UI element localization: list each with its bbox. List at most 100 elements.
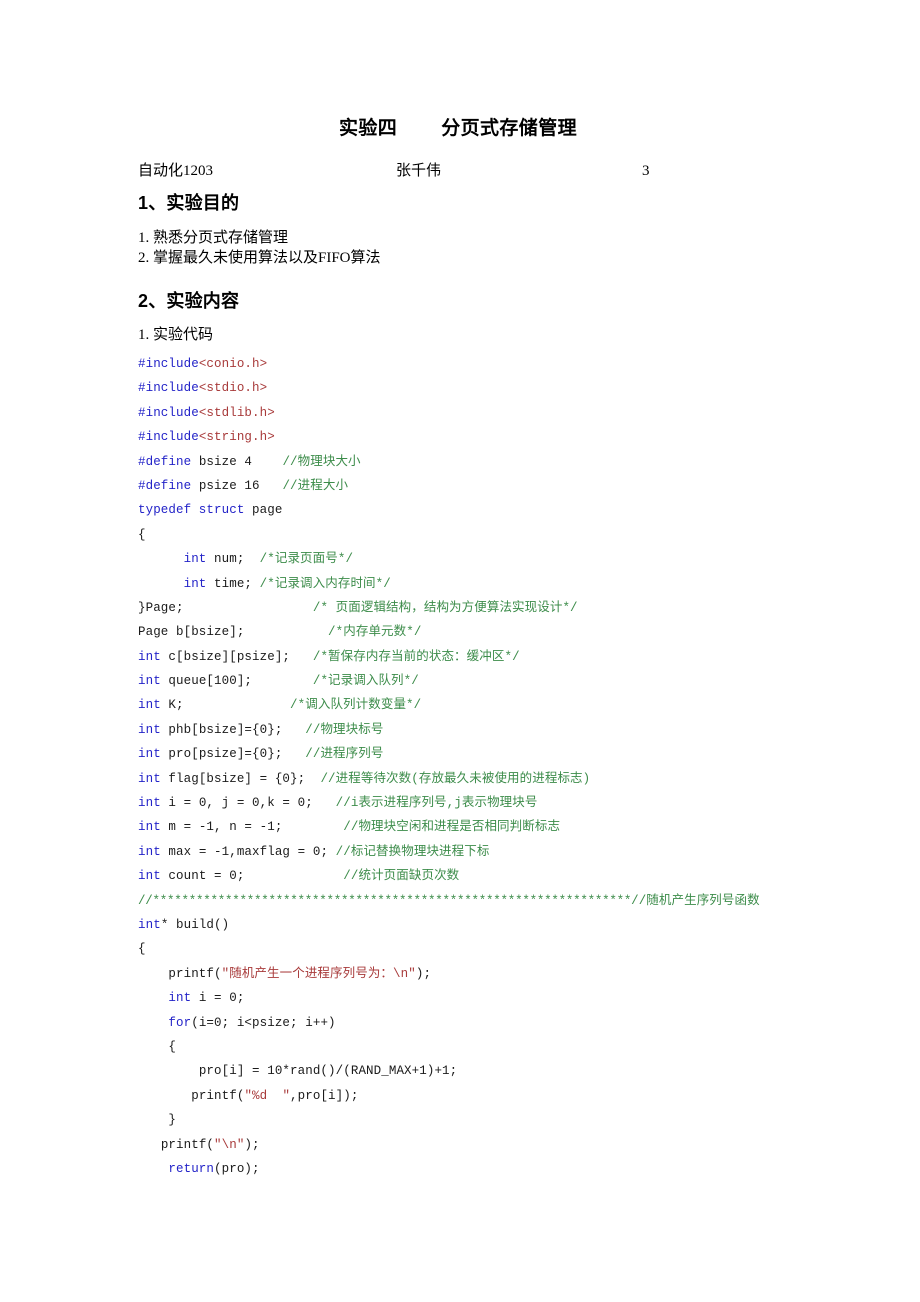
- code-token-indent: [138, 991, 168, 1005]
- title-part-1: 实验四: [338, 118, 398, 139]
- code-token-pad: [184, 601, 313, 615]
- code-line: Page b[bsize]; /*内存单元数*/: [138, 620, 798, 644]
- code-token-kw: int: [138, 771, 161, 786]
- source-code-block: #include<conio.h> #include<stdio.h> #inclu…: [138, 352, 798, 1181]
- code-token-kw: int: [183, 576, 207, 591]
- code-token-pad: [252, 455, 282, 469]
- code-token-pln: printf(: [160, 1137, 215, 1152]
- code-token-str: <string.h>: [198, 430, 275, 445]
- code-token-cmt: /*记录调入队列*/: [312, 674, 419, 689]
- code-token-pad: [282, 723, 305, 737]
- code-line: }: [138, 1108, 798, 1132]
- code-token-cmt: /*暂保存内存当前的状态：缓冲区*/: [312, 649, 520, 664]
- code-token-str: <stdlib.h>: [198, 405, 275, 420]
- code-token-pln: printf(: [191, 1088, 245, 1103]
- code-token-pln: psize 16: [191, 478, 260, 493]
- code-token-cmt: //统计页面缺页次数: [343, 869, 460, 884]
- code-token-cmt: //物理块大小: [282, 454, 361, 469]
- code-token-pln: m = -1, n = -1;: [160, 820, 283, 835]
- code-line: //**************************************…: [138, 889, 798, 913]
- content-line-1: 1. 实验代码: [138, 327, 214, 343]
- student-name: 张千伟: [396, 163, 442, 179]
- code-line: int i = 0, j = 0,k = 0; //i表示进程序列号,j表示物理…: [138, 791, 798, 815]
- code-line: pro[i] = 10*rand()/(RAND_MAX+1)+1;: [138, 1059, 798, 1083]
- code-line: printf("%d ",pro[i]);: [138, 1084, 798, 1108]
- code-line: #define bsize 4 //物理块大小: [138, 450, 798, 474]
- code-line: }Page; /* 页面逻辑结构，结构为方便算法实现设计*/: [138, 596, 798, 620]
- code-token-pad: [328, 845, 336, 859]
- code-token-pln: page: [244, 503, 283, 518]
- code-token-stars: //**************************************…: [138, 893, 632, 908]
- code-token-pln: count = 0;: [160, 869, 245, 884]
- code-token-cmt: //进程等待次数(存放最久未被使用的进程标志): [320, 771, 591, 786]
- code-token-pln: * build(): [160, 917, 230, 932]
- code-line: int c[bsize][psize]; /*暂保存内存当前的状态：缓冲区*/: [138, 645, 798, 669]
- code-token-pln: pro[i] = 10*rand()/(RAND_MAX+1)+1;: [198, 1064, 458, 1079]
- code-token-str: "随机产生一个进程序列号为：\n": [221, 966, 416, 981]
- code-token-str: "\n": [214, 1137, 245, 1152]
- code-token-pad: [252, 577, 260, 591]
- code-token-cmt: //物理块空闲和进程是否相同判断标志: [343, 820, 561, 835]
- code-token-cmt: /*记录调入内存时间*/: [259, 576, 391, 591]
- code-token-pln: phb[bsize]={0};: [160, 722, 283, 737]
- code-token-pad: [260, 479, 283, 493]
- code-line: #include<string.h>: [138, 425, 798, 449]
- code-line: typedef struct page: [138, 498, 798, 522]
- code-token-cmt: //进程序列号: [305, 747, 384, 762]
- code-token-kw: int: [138, 917, 161, 932]
- code-token-pln: flag[bsize] = {0};: [160, 771, 306, 786]
- code-token-pad: [244, 869, 343, 883]
- code-token-pln: (i=0; i<psize; i++): [191, 1015, 336, 1030]
- code-token-pln2: );: [415, 966, 432, 981]
- code-token-indent: [138, 1040, 168, 1054]
- code-token-pln: queue[100];: [160, 674, 253, 689]
- code-token-kw: int: [138, 698, 161, 713]
- code-line: printf("随机产生一个进程序列号为：\n");: [138, 962, 798, 986]
- code-token-kw: #include: [138, 430, 199, 445]
- code-token-pln: c[bsize][psize];: [160, 649, 291, 664]
- code-token-cmt: //标记替换物理块进程下标: [335, 844, 490, 859]
- code-line: int flag[bsize] = {0}; //进程等待次数(存放最久未被使用…: [138, 767, 798, 791]
- code-token-pln: {: [138, 527, 146, 542]
- code-token-indent: [138, 577, 184, 591]
- code-line: int num; /*记录页面号*/: [138, 547, 798, 571]
- code-token-cmt: //i表示进程序列号,j表示物理块号: [335, 796, 538, 811]
- section-heading-purpose: 1、实验目的: [138, 193, 240, 213]
- code-token-pln: max = -1,maxflag = 0;: [160, 844, 329, 859]
- code-token-kw: int: [138, 649, 161, 664]
- code-token-kw: int: [168, 991, 192, 1006]
- code-token-indent: [138, 1162, 168, 1176]
- code-token-pln2: ,pro[i]);: [290, 1088, 359, 1103]
- code-token-indent: [138, 1064, 199, 1078]
- code-token-cmt_tail: //随机产生序列号函数: [631, 893, 760, 908]
- code-token-pad: [244, 625, 328, 639]
- code-token-kw: int: [138, 869, 161, 884]
- code-token-pln2: );: [244, 1137, 260, 1152]
- code-line: int m = -1, n = -1; //物理块空闲和进程是否相同判断标志: [138, 815, 798, 839]
- code-token-pln: Page b[bsize];: [138, 625, 245, 640]
- code-token-pad: [252, 674, 313, 688]
- code-token-pln: time;: [206, 576, 253, 591]
- code-token-pln: printf(: [168, 966, 222, 981]
- code-token-cmt: /*记录页面号*/: [259, 552, 354, 567]
- title-part-2: 分页式存储管理: [441, 118, 577, 139]
- code-token-pad: [290, 650, 313, 664]
- code-token-str: <conio.h>: [198, 357, 268, 371]
- code-token-str: "%d ": [244, 1088, 291, 1103]
- code-line: {: [138, 523, 798, 547]
- code-line: #include<stdio.h>: [138, 376, 798, 400]
- code-token-pad: [282, 820, 343, 834]
- code-line: int count = 0; //统计页面缺页次数: [138, 864, 798, 888]
- code-token-pad: [313, 796, 336, 810]
- code-token-kw: #include: [138, 381, 199, 396]
- purpose-line-2: 2. 掌握最久未使用算法以及FIFO算法: [138, 250, 381, 266]
- code-token-kw: int: [138, 796, 161, 811]
- code-token-pln: }: [168, 1113, 177, 1128]
- code-token-kw: int: [183, 552, 207, 567]
- code-token-kw: #include: [138, 405, 199, 420]
- code-token-pln: K;: [160, 698, 184, 713]
- code-token-indent: [138, 1113, 168, 1127]
- code-token-kw: #define: [138, 454, 192, 469]
- code-line: {: [138, 1035, 798, 1059]
- code-line: printf("\n");: [138, 1133, 798, 1157]
